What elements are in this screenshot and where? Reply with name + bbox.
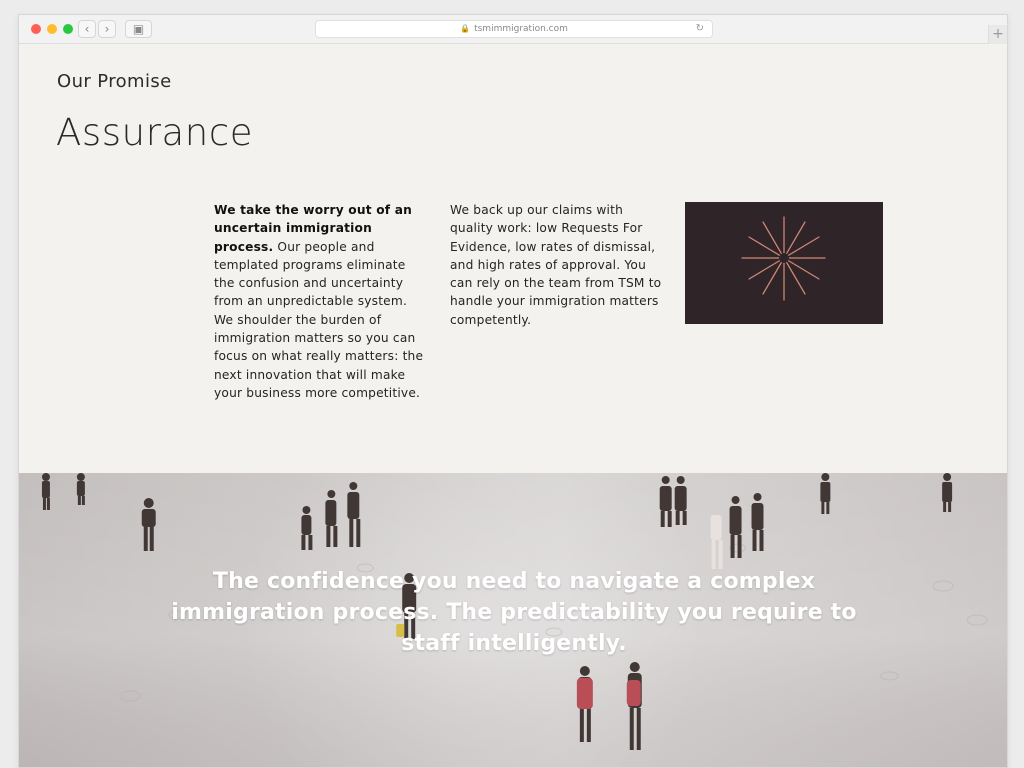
left-copy: We take the worry out of an uncertain im… — [214, 201, 426, 402]
page-content: Our Promise Assurance We take the worry … — [19, 44, 1007, 767]
sidebar-button[interactable]: ▣ — [125, 20, 152, 38]
minimize-window-button[interactable] — [47, 24, 57, 34]
sunburst-icon — [741, 216, 826, 301]
right-copy: We back up our claims with quality work:… — [450, 203, 662, 327]
reload-icon[interactable]: ↻ — [696, 21, 704, 37]
page-title: Assurance — [56, 111, 254, 154]
hero-section: The confidence you need to navigate a co… — [19, 473, 1007, 767]
left-copy-body: Our people and templated programs elimin… — [214, 239, 424, 400]
browser-toolbar: ‹ › ▣ 🔒 tsmimmigration.com ↻ + — [19, 15, 1007, 44]
address-bar[interactable]: 🔒 tsmimmigration.com ↻ — [315, 20, 713, 38]
hero-message: The confidence you need to navigate a co… — [171, 569, 857, 656]
close-window-button[interactable] — [31, 24, 41, 34]
url-text: tsmimmigration.com — [474, 24, 568, 34]
browser-window: ‹ › ▣ 🔒 tsmimmigration.com ↻ + Our Promis… — [18, 14, 1008, 768]
section-kicker: Our Promise — [57, 71, 172, 92]
back-button[interactable]: ‹ — [78, 20, 96, 38]
maximize-window-button[interactable] — [63, 24, 73, 34]
new-tab-button[interactable]: + — [988, 25, 1007, 44]
promise-art — [685, 202, 883, 324]
lock-icon: 🔒 — [460, 24, 471, 33]
forward-button[interactable]: › — [98, 20, 116, 38]
